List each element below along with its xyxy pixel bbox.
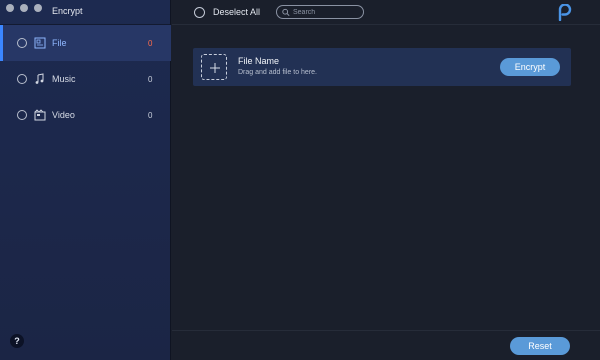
close-window-button[interactable] xyxy=(6,4,14,12)
search-input[interactable] xyxy=(293,8,363,16)
title-bar: Encrypt xyxy=(0,0,170,25)
add-file-icon xyxy=(210,63,220,73)
zoom-window-button[interactable] xyxy=(34,4,42,12)
sidebar-item-count: 0 xyxy=(148,110,153,120)
window-controls xyxy=(6,4,42,12)
sidebar-item-count: 0 xyxy=(148,74,153,84)
file-drop-zone[interactable] xyxy=(201,54,227,80)
file-card: File Name Drag and add file to here. Enc… xyxy=(193,48,571,86)
drop-hint-text: Drag and add file to here. xyxy=(238,69,317,76)
sidebar-item-file[interactable]: File 0 xyxy=(0,25,171,61)
search-box[interactable] xyxy=(276,5,364,19)
reset-button[interactable]: Reset xyxy=(510,337,570,355)
sidebar-item-label: File xyxy=(52,38,67,48)
main-panel: Deselect All File Name Drag and add file… xyxy=(172,0,600,360)
encrypt-button[interactable]: Encrypt xyxy=(500,58,560,76)
help-icon: ? xyxy=(14,336,20,346)
file-select-radio[interactable] xyxy=(17,38,27,48)
file-icon xyxy=(34,37,46,49)
app-title: Encrypt xyxy=(52,6,83,16)
sidebar-nav: File 0 Music 0 Video 0 xyxy=(0,25,171,133)
video-icon xyxy=(34,109,46,121)
file-name-title: File Name xyxy=(238,56,280,66)
brand-logo-icon xyxy=(558,4,572,21)
footer-bar: Reset xyxy=(172,330,600,360)
search-icon xyxy=(282,8,290,16)
minimize-window-button[interactable] xyxy=(20,4,28,12)
music-select-radio[interactable] xyxy=(17,74,27,84)
toolbar: Deselect All xyxy=(172,0,600,25)
help-button[interactable]: ? xyxy=(10,334,24,348)
video-select-radio[interactable] xyxy=(17,110,27,120)
sidebar-item-label: Video xyxy=(52,110,75,120)
sidebar-item-music[interactable]: Music 0 xyxy=(0,61,171,97)
sidebar-item-label: Music xyxy=(52,74,76,84)
music-icon xyxy=(34,73,46,85)
sidebar-item-video[interactable]: Video 0 xyxy=(0,97,171,133)
deselect-all-label[interactable]: Deselect All xyxy=(213,7,260,17)
deselect-all-radio[interactable] xyxy=(194,7,205,18)
sidebar: Encrypt File 0 Music 0 Video 0 ? xyxy=(0,0,171,360)
sidebar-item-count: 0 xyxy=(148,38,153,48)
